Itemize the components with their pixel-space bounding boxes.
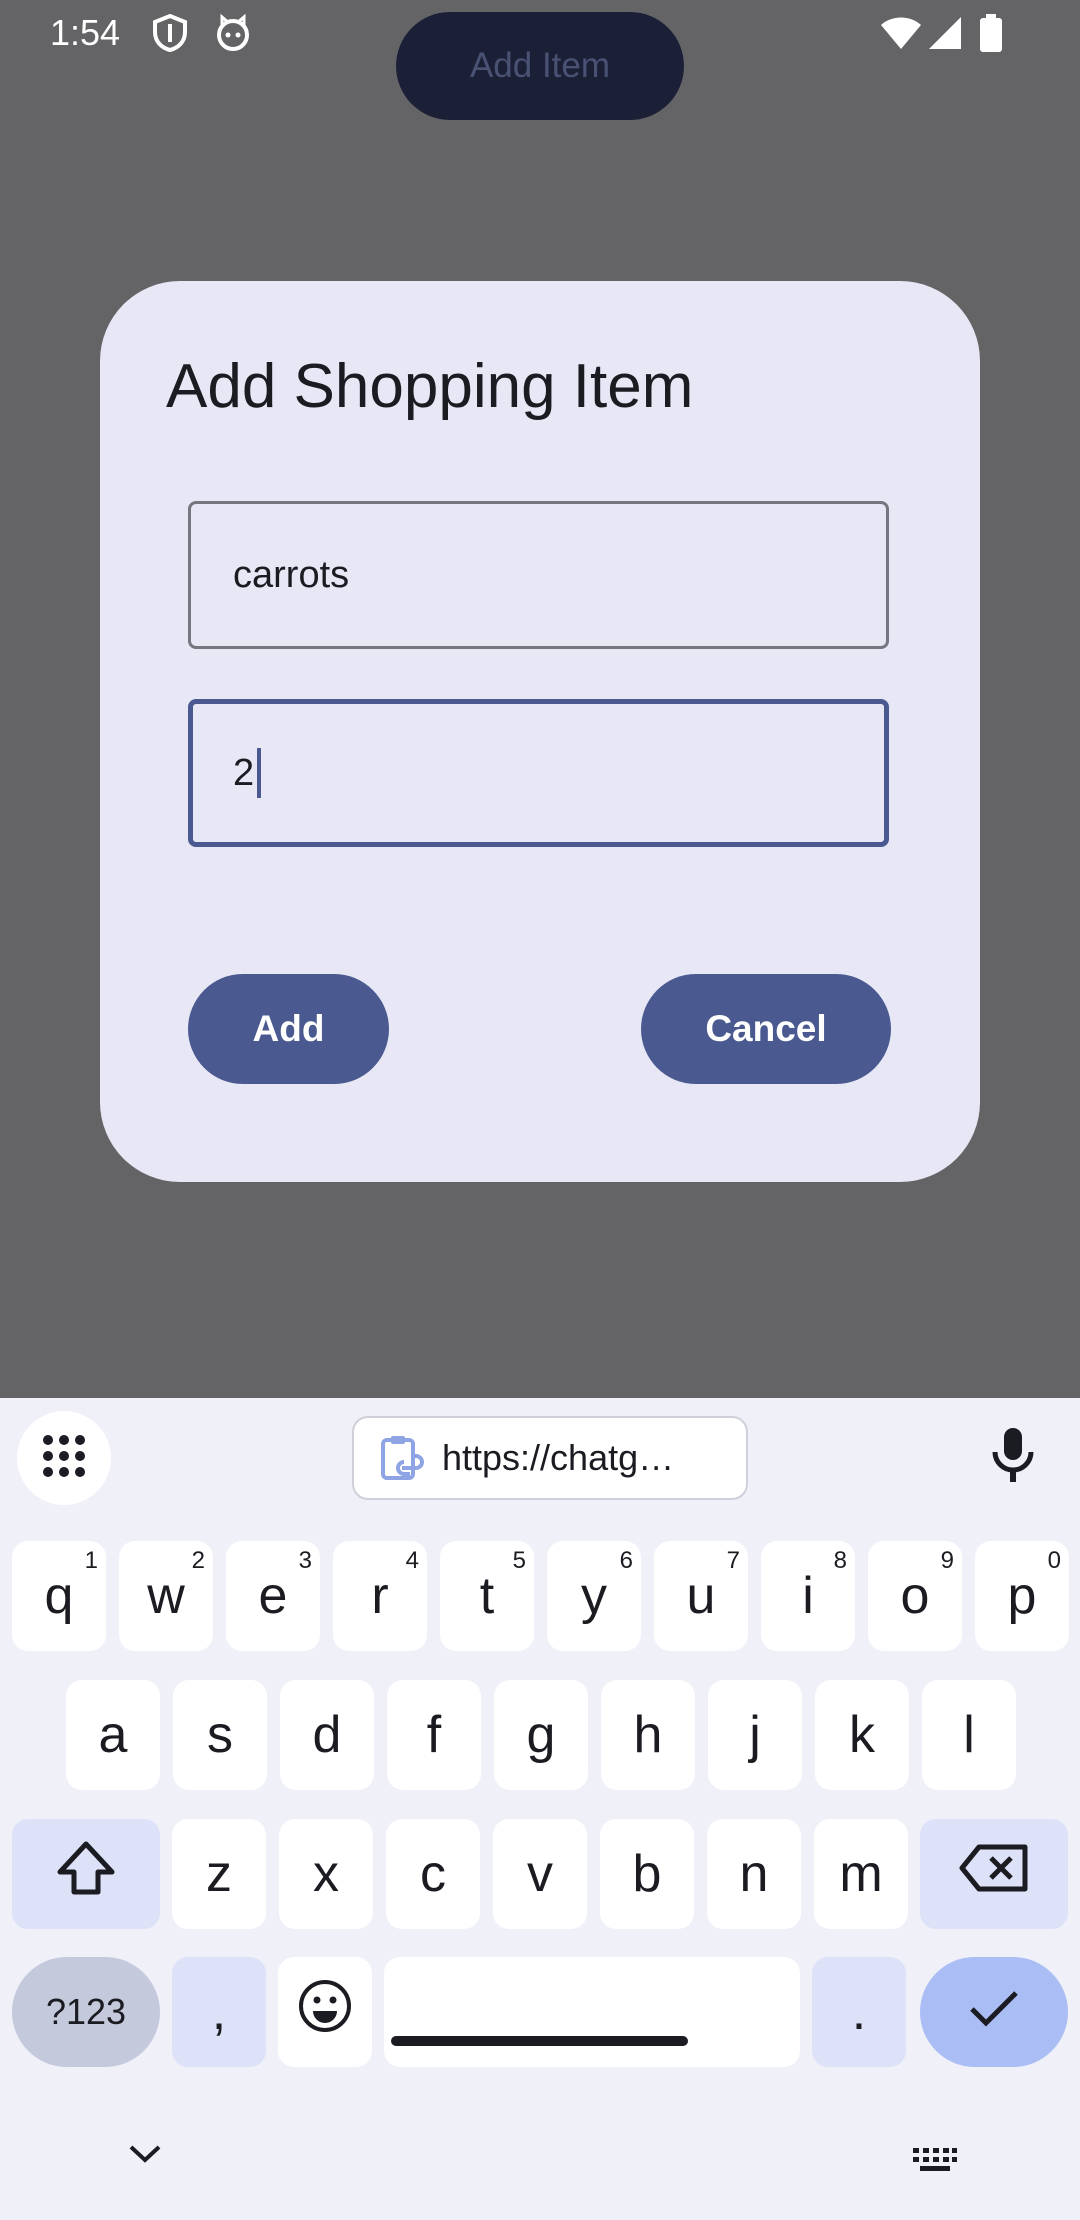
add-item-dialog: Add Shopping Item carrots 2 Add Cancel bbox=[100, 281, 980, 1182]
key-label: r bbox=[371, 1567, 389, 1625]
key-t[interactable]: t5 bbox=[440, 1541, 534, 1651]
key-e[interactable]: e3 bbox=[226, 1541, 320, 1651]
key-z[interactable]: z bbox=[172, 1819, 266, 1929]
add-button[interactable]: Add bbox=[188, 974, 389, 1084]
emoji-icon bbox=[297, 1978, 353, 2047]
key-d[interactable]: d bbox=[280, 1680, 374, 1790]
key-k[interactable]: k bbox=[815, 1680, 909, 1790]
clipboard-suggestion-chip[interactable]: https://chatg… bbox=[352, 1416, 748, 1500]
item-name-field[interactable]: carrots bbox=[188, 501, 889, 649]
key-q[interactable]: q1 bbox=[12, 1541, 106, 1651]
key-b[interactable]: b bbox=[600, 1819, 694, 1929]
signal-icon bbox=[928, 16, 962, 55]
key-label: u bbox=[686, 1567, 716, 1625]
add-item-button: Add Item bbox=[396, 12, 684, 120]
key-y[interactable]: y6 bbox=[547, 1541, 641, 1651]
key-hint: 8 bbox=[833, 1547, 847, 1574]
wifi-icon bbox=[880, 16, 922, 55]
key-hint: 3 bbox=[298, 1547, 312, 1574]
key-label: t bbox=[479, 1567, 495, 1625]
key-w[interactable]: w2 bbox=[119, 1541, 213, 1651]
shift-key[interactable] bbox=[12, 1819, 160, 1929]
cancel-button[interactable]: Cancel bbox=[641, 974, 891, 1084]
key-label: y bbox=[581, 1567, 607, 1625]
key-label: o bbox=[900, 1567, 930, 1625]
key-v[interactable]: v bbox=[493, 1819, 587, 1929]
grid-icon bbox=[42, 1434, 86, 1483]
key-hint: 5 bbox=[512, 1547, 526, 1574]
key-g[interactable]: g bbox=[494, 1680, 588, 1790]
quantity-field[interactable]: 2 bbox=[188, 699, 889, 847]
on-screen-keyboard: https://chatg… q1w2e3r4t5y6u7i8o9p0 asdf… bbox=[0, 1398, 1080, 2220]
key-label: w bbox=[147, 1567, 185, 1625]
key-hint: 6 bbox=[619, 1547, 633, 1574]
key-s[interactable]: s bbox=[173, 1680, 267, 1790]
status-time: 1:54 bbox=[50, 12, 121, 53]
dialog-title: Add Shopping Item bbox=[166, 352, 694, 421]
key-l[interactable]: l bbox=[922, 1680, 1016, 1790]
key-hint: 1 bbox=[84, 1547, 98, 1574]
chevron-down-icon[interactable] bbox=[128, 2144, 162, 2169]
microphone-icon[interactable] bbox=[990, 1426, 1036, 1489]
key-m[interactable]: m bbox=[814, 1819, 908, 1929]
key-p[interactable]: p0 bbox=[975, 1541, 1069, 1651]
shift-icon bbox=[56, 1840, 116, 1909]
keyboard-switch-icon[interactable] bbox=[912, 2147, 958, 2178]
cat-icon bbox=[214, 13, 252, 57]
key-a[interactable]: a bbox=[66, 1680, 160, 1790]
key-hint: 0 bbox=[1047, 1547, 1061, 1574]
shield-icon bbox=[152, 13, 188, 57]
key-label: e bbox=[258, 1567, 288, 1625]
quantity-value-wrap: 2 bbox=[233, 704, 262, 842]
apps-grid-button[interactable] bbox=[17, 1411, 111, 1505]
key-u[interactable]: u7 bbox=[654, 1541, 748, 1651]
key-o[interactable]: o9 bbox=[868, 1541, 962, 1651]
key-h[interactable]: h bbox=[601, 1680, 695, 1790]
key-f[interactable]: f bbox=[387, 1680, 481, 1790]
period-key[interactable]: . bbox=[812, 1957, 906, 2067]
space-key[interactable] bbox=[384, 1957, 800, 2067]
key-label: p bbox=[1007, 1567, 1037, 1625]
key-hint: 4 bbox=[405, 1547, 419, 1574]
clipboard-icon bbox=[380, 1434, 424, 1489]
comma-key[interactable]: , bbox=[172, 1957, 266, 2067]
key-label: i bbox=[802, 1567, 814, 1625]
clipboard-text: https://chatg… bbox=[442, 1437, 675, 1478]
key-n[interactable]: n bbox=[707, 1819, 801, 1929]
quantity-value: 2 bbox=[233, 751, 255, 794]
key-x[interactable]: x bbox=[279, 1819, 373, 1929]
item-name-value: carrots bbox=[233, 553, 350, 596]
emoji-key[interactable] bbox=[278, 1957, 372, 2067]
key-hint: 9 bbox=[940, 1547, 954, 1574]
key-i[interactable]: i8 bbox=[761, 1541, 855, 1651]
symbols-key[interactable]: ?123 bbox=[12, 1957, 160, 2067]
text-cursor bbox=[257, 748, 262, 798]
battery-icon bbox=[980, 14, 1002, 57]
key-label: q bbox=[44, 1567, 74, 1625]
backspace-key[interactable] bbox=[920, 1819, 1068, 1929]
home-gesture-bar[interactable] bbox=[391, 2036, 688, 2046]
backspace-icon bbox=[959, 1844, 1029, 1905]
key-c[interactable]: c bbox=[386, 1819, 480, 1929]
key-hint: 7 bbox=[726, 1547, 740, 1574]
key-j[interactable]: j bbox=[708, 1680, 802, 1790]
key-r[interactable]: r4 bbox=[333, 1541, 427, 1651]
done-key[interactable] bbox=[920, 1957, 1068, 2067]
checkmark-icon bbox=[968, 1982, 1020, 2042]
key-hint: 2 bbox=[191, 1547, 205, 1574]
